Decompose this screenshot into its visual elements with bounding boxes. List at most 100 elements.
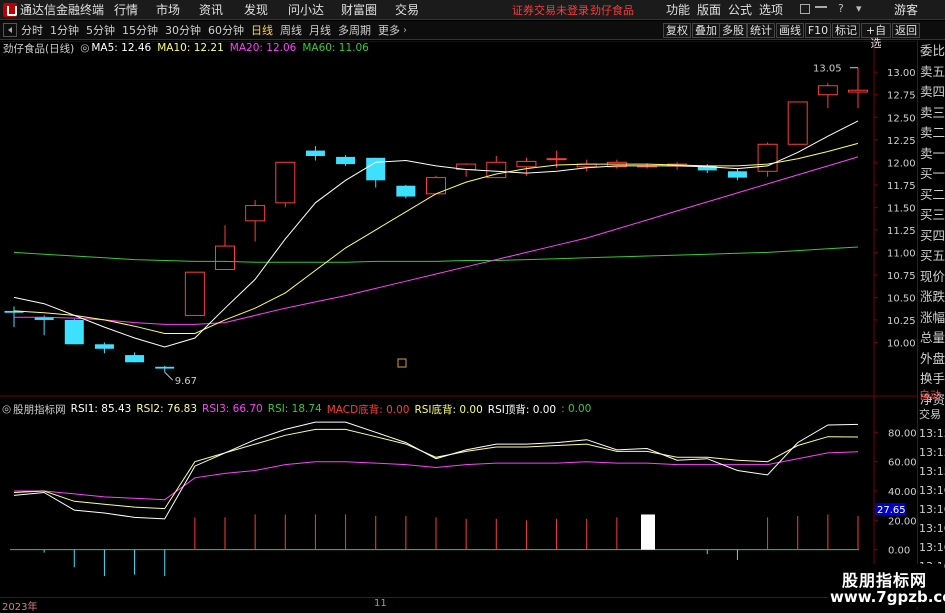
menu-trade[interactable]: 交易 — [389, 1, 425, 18]
app-title: 通达信金融终端 — [20, 3, 105, 17]
rsi-chart-layer — [10, 421, 859, 577]
side-item[interactable]: 总量 — [918, 328, 945, 349]
stock-name-header: 劲仔食品 — [590, 3, 634, 17]
tab-60min[interactable]: 60分钟 — [208, 22, 244, 38]
mark-button[interactable]: 标记 — [832, 23, 860, 38]
candle-body — [336, 156, 356, 165]
price-tick-label: 10.00 — [887, 338, 916, 349]
side-item[interactable]: 卖二 — [918, 123, 945, 144]
window-icon[interactable] — [800, 4, 810, 14]
side-item[interactable]: 涨跌 — [918, 287, 945, 308]
price-tick-label: 11.75 — [887, 181, 916, 192]
indicator-toggle-icon[interactable]: ◎ — [80, 42, 89, 54]
kline-chart[interactable]: 13.00 12.75 12.50 12.25 12.00 11.75 11.50 11.25… — [0, 41, 917, 597]
tdx-logo-icon — [3, 2, 17, 17]
year-label: 2023年 — [2, 602, 38, 613]
chart-grid — [0, 41, 917, 597]
time-item: 13:15 — [919, 446, 945, 459]
app-logo: 通达信金融终端 — [0, 1, 104, 18]
candle-body — [787, 101, 808, 145]
menu-layout[interactable]: 版面 — [697, 1, 721, 18]
price-tick-label: 11.25 — [887, 226, 916, 237]
menu-options[interactable]: 选项 — [759, 1, 783, 18]
ma5-line — [13, 120, 859, 348]
guest-label[interactable]: 游客 — [894, 1, 918, 18]
rsi-tick-label: 80.00 — [888, 428, 917, 439]
candle-body — [215, 245, 235, 270]
main-info-bar: 劲仔食品(日线) ◎ MA5: 12.46 MA10: 12.21 MA20: … — [0, 41, 375, 55]
multi-stock-button[interactable]: 多股 — [719, 23, 747, 38]
side-item[interactable]: 现价 — [918, 267, 945, 288]
menu-market[interactable]: 市场 — [150, 1, 186, 18]
menu-news[interactable]: 资讯 — [193, 1, 229, 18]
menu-function[interactable]: 功能 — [666, 1, 690, 18]
draw-button[interactable]: 画线 — [776, 23, 804, 38]
menu-dropdown-icon[interactable]: ▾ — [856, 2, 862, 15]
minimize-icon[interactable] — [815, 6, 827, 14]
tab-weekly[interactable]: 周线 — [280, 22, 302, 38]
candle-body — [305, 150, 325, 156]
add-favorite-button[interactable]: +自选 — [861, 23, 891, 50]
side-item[interactable]: 卖五 — [918, 62, 945, 83]
tab-15min[interactable]: 15分钟 — [122, 22, 158, 38]
menu-bar: 通达信金融终端 行情 市场 资讯 发现 问小达 财富圈 交易 证券交易未登录 劲… — [0, 0, 945, 20]
stats-button[interactable]: 统计 — [747, 23, 775, 38]
price-tick-label: 11.00 — [887, 248, 916, 259]
side-item[interactable]: 卖四 — [918, 82, 945, 103]
tab-intraday[interactable]: 分时 — [21, 22, 43, 38]
watermark-url: www.7gpzb.com — [830, 588, 945, 606]
menu-formula[interactable]: 公式 — [728, 1, 752, 18]
side-item[interactable]: 卖三 — [918, 103, 945, 124]
time-item: 13:16 — [919, 522, 945, 535]
indicator-name: 股朋指标网 — [13, 403, 66, 416]
help-icon[interactable]: ? — [838, 2, 844, 15]
overlay-button[interactable]: 叠加 — [692, 23, 720, 38]
menu-discover[interactable]: 发现 — [238, 1, 274, 18]
menu-ask[interactable]: 问小达 — [285, 1, 327, 18]
ma5-label: MA5: 12.46 — [91, 42, 152, 54]
price-tick-label: 10.25 — [887, 316, 916, 327]
side-item[interactable]: 买二 — [918, 185, 945, 206]
menu-quotes[interactable]: 行情 — [108, 1, 144, 18]
menu-wealth[interactable]: 财富圈 — [338, 1, 380, 18]
side-item[interactable]: 买五 — [918, 246, 945, 267]
side-item[interactable]: 买一 — [918, 164, 945, 185]
indicator-toggle-icon[interactable]: ◎ — [2, 403, 11, 415]
price-tick-label: 13.00 — [887, 68, 916, 79]
login-notice[interactable]: 证券交易未登录 — [512, 2, 589, 18]
time-axis-bar: 2023年 11 — [0, 597, 830, 613]
side-item[interactable]: 委比 — [918, 41, 945, 62]
rsi-bottom-label: RSI底背: 0.00 — [414, 403, 483, 416]
tab-5min[interactable]: 5分钟 — [86, 22, 115, 38]
high-price-label: 13.05 — [813, 64, 842, 75]
back-button[interactable]: 返回 — [892, 23, 920, 38]
side-item[interactable]: 买四 — [918, 226, 945, 247]
side-item[interactable]: 买三 — [918, 205, 945, 226]
candle-body — [94, 344, 114, 349]
chevron-right-icon[interactable]: › — [403, 25, 407, 36]
tab-more[interactable]: 更多 — [378, 22, 400, 38]
rsi-tick-label: 20.00 — [888, 516, 917, 527]
tab-1min[interactable]: 1分钟 — [50, 22, 79, 38]
trade-time-panel: 自动 交易 13:15 13:15 13:15 13:16 13:16 13:1… — [917, 386, 945, 576]
candle-body — [366, 157, 386, 181]
tab-monthly[interactable]: 月线 — [309, 22, 331, 38]
auto-label[interactable]: 自动 — [917, 386, 945, 405]
trade-label[interactable]: 交易 — [917, 405, 945, 424]
collapse-icon[interactable] — [3, 23, 17, 37]
f10-button[interactable]: F10 — [805, 23, 831, 38]
rsi-tick-label: 0.00 — [888, 546, 910, 557]
tab-30min[interactable]: 30分钟 — [165, 22, 201, 38]
tab-multi-period[interactable]: 多周期 — [338, 22, 371, 38]
extra-label: : 0.00 — [561, 403, 592, 415]
adjust-button[interactable]: 复权 — [663, 23, 691, 38]
low-price-label: 9.67 — [175, 376, 197, 387]
candle-body — [64, 319, 84, 345]
watermark-logo: 股朋指标网 www.7gpzb.com — [828, 564, 945, 607]
rsi1-line — [13, 421, 859, 520]
side-item[interactable]: 涨幅 — [918, 308, 945, 329]
side-item[interactable]: 外盘 — [918, 349, 945, 370]
tab-daily[interactable]: 日线 — [251, 22, 273, 38]
rsi1-label: RSI1: 85.43 — [70, 403, 132, 415]
side-item[interactable]: 卖一 — [918, 144, 945, 165]
